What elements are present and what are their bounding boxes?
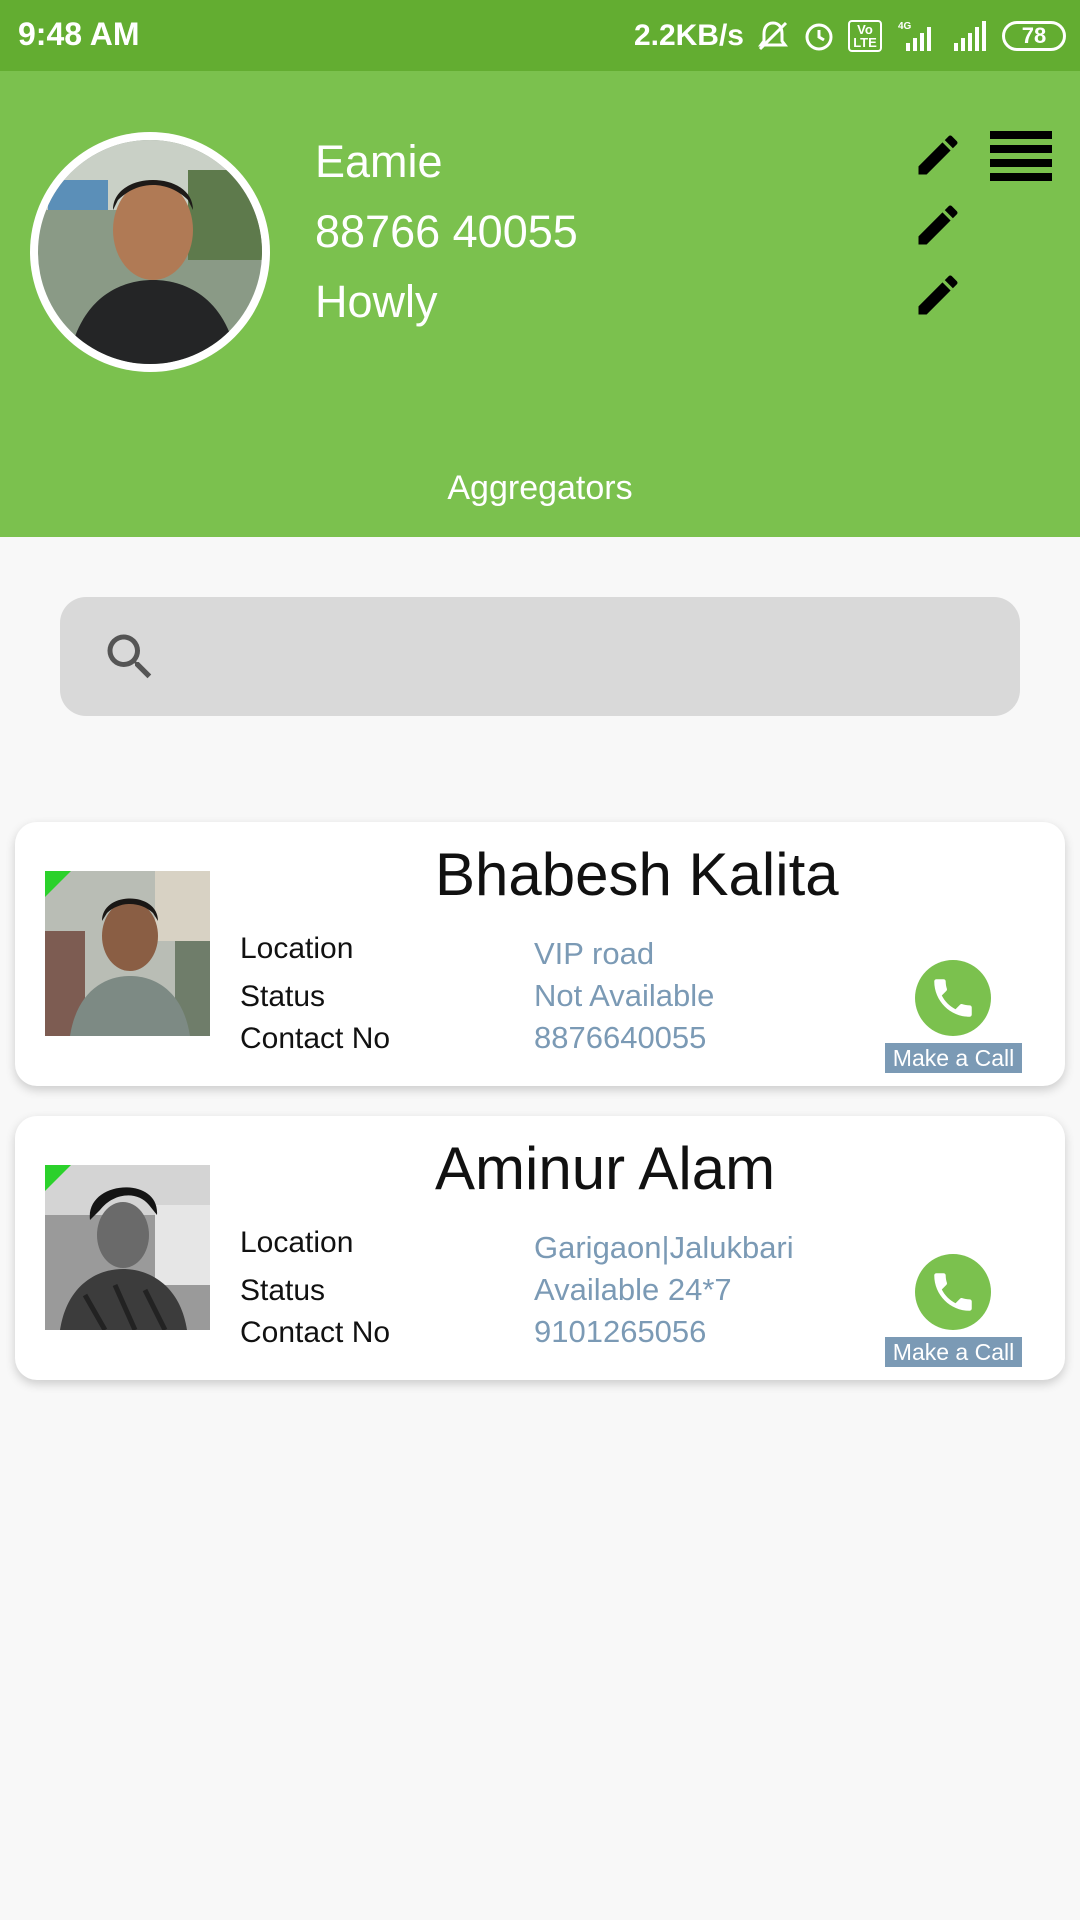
aggregator-card[interactable]: Bhabesh Kalita Location Status Contact N… xyxy=(15,822,1065,1086)
profile-phone: 88766 40055 xyxy=(315,206,578,257)
phone-icon xyxy=(934,979,972,1017)
search-icon xyxy=(107,634,152,679)
call-button[interactable] xyxy=(915,1254,991,1330)
svg-text:4G: 4G xyxy=(898,21,912,32)
signal-icon xyxy=(954,21,986,51)
bell-muted-icon xyxy=(758,21,788,51)
online-flag xyxy=(45,1165,71,1191)
make-call-button[interactable]: Make a Call xyxy=(885,1043,1022,1073)
status-label: Status xyxy=(240,980,326,1013)
status-label: Status xyxy=(240,1274,326,1307)
status-value: Not Available xyxy=(534,978,715,1013)
contact-value: 9101265056 xyxy=(534,1314,707,1349)
online-flag xyxy=(45,871,71,897)
aggregator-name: Aminur Alam xyxy=(435,1135,776,1202)
call-button[interactable] xyxy=(915,960,991,1036)
edit-city-pencil-icon[interactable] xyxy=(912,269,964,321)
search-bar[interactable] xyxy=(60,597,1020,716)
profile-city: Howly xyxy=(315,276,438,327)
page-title: Aggregators xyxy=(447,469,633,507)
profile-name: Eamie xyxy=(315,136,443,187)
status-value: Available 24*7 xyxy=(534,1272,732,1307)
battery-icon: 78 xyxy=(1002,21,1066,51)
profile-avatar[interactable] xyxy=(30,132,270,372)
edit-phone-pencil-icon[interactable] xyxy=(912,199,964,251)
status-time: 9:48 AM xyxy=(18,16,140,52)
volte-icon: Vo LTE xyxy=(848,20,882,52)
contact-label: Contact No xyxy=(240,1022,391,1055)
alarm-icon xyxy=(805,23,833,51)
status-bar: 9:48 AM 2.2KB/s Vo LTE 4G 78 xyxy=(0,0,1080,71)
edit-name-pencil-icon[interactable] xyxy=(912,129,964,181)
phone-icon xyxy=(934,1273,972,1311)
menu-icon[interactable] xyxy=(990,131,1052,187)
location-value: VIP road xyxy=(534,936,655,971)
aggregator-name: Bhabesh Kalita xyxy=(435,841,839,908)
aggregator-photo xyxy=(45,871,210,1036)
profile-header: Eamie 88766 40055 Howly Aggregators xyxy=(0,71,1080,537)
contact-value: 8876640055 xyxy=(534,1020,707,1055)
signal-4g-icon: 4G xyxy=(898,21,931,51)
aggregator-photo xyxy=(45,1165,210,1330)
network-speed: 2.2KB/s xyxy=(633,19,744,52)
make-call-button[interactable]: Make a Call xyxy=(885,1337,1022,1367)
location-label: Location xyxy=(240,932,354,965)
contact-label: Contact No xyxy=(240,1316,391,1349)
location-value: Garigaon|Jalukbari xyxy=(534,1230,794,1265)
profile-photo xyxy=(38,140,262,364)
status-icons: 2.2KB/s Vo LTE 4G 78 xyxy=(634,14,1066,58)
location-label: Location xyxy=(240,1226,354,1259)
aggregator-card[interactable]: Aminur Alam Location Status Contact No G… xyxy=(15,1116,1065,1380)
search-input[interactable] xyxy=(180,617,980,697)
